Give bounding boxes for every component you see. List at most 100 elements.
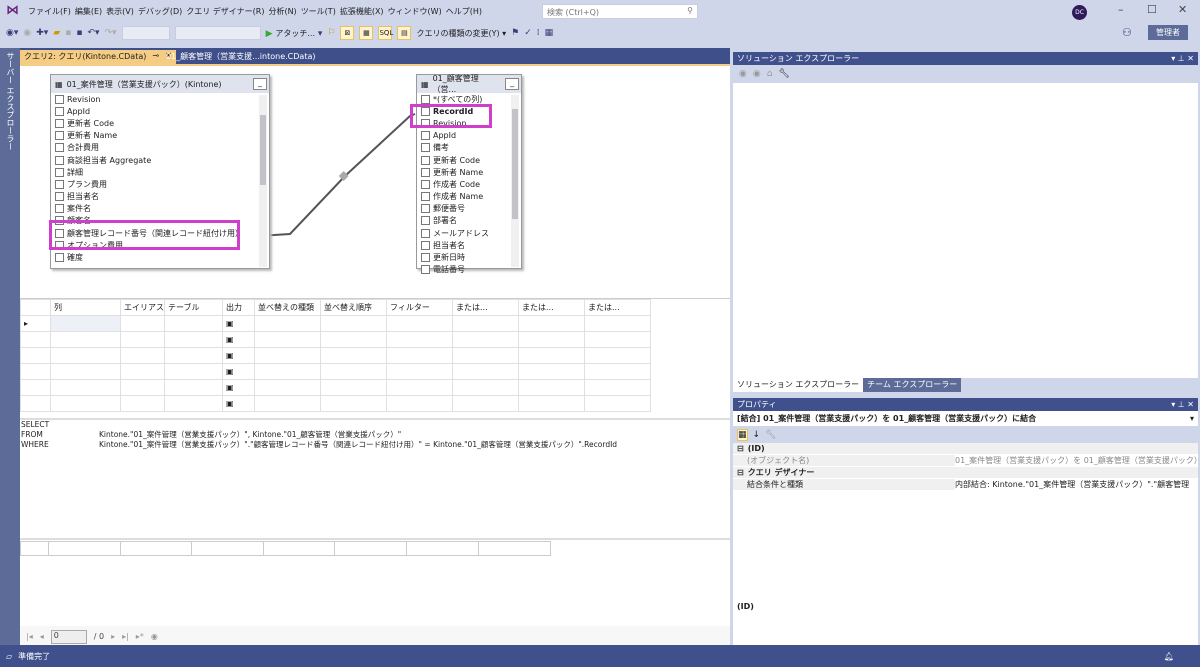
grid-cell[interactable] bbox=[320, 363, 387, 380]
grid-header[interactable]: エイリアス bbox=[120, 299, 165, 316]
minimize-button[interactable]: – bbox=[1118, 3, 1124, 16]
first-record-icon[interactable]: |◂ bbox=[26, 632, 33, 641]
grid-cell[interactable] bbox=[320, 395, 387, 412]
column-item[interactable]: AppId bbox=[417, 130, 521, 142]
column-item[interactable]: 更新日時 bbox=[417, 251, 521, 263]
column-item[interactable]: 案件名 bbox=[51, 203, 269, 215]
save-all-icon[interactable]: ▪ bbox=[76, 28, 82, 38]
grid-cell[interactable] bbox=[452, 379, 519, 396]
column-checkbox[interactable] bbox=[55, 204, 64, 214]
grid-cell[interactable] bbox=[518, 315, 585, 332]
grid-cell[interactable] bbox=[518, 363, 585, 380]
column-item[interactable]: 商談担当者 Aggregate bbox=[51, 154, 269, 166]
object-selector[interactable]: [結合] 01_案件管理（営業支援パック）を 01_顧客管理（営業支援パック）に… bbox=[733, 411, 1198, 426]
feedback-icon[interactable]: ⚇ bbox=[1122, 26, 1132, 39]
grid-header[interactable]: 並べ替えの種類 bbox=[254, 299, 321, 316]
grid-cell[interactable] bbox=[254, 395, 321, 412]
grid-cell[interactable] bbox=[254, 315, 321, 332]
grid-cell[interactable] bbox=[452, 347, 519, 364]
config-combo[interactable] bbox=[121, 26, 170, 40]
menu-edit[interactable]: 編集(E) bbox=[73, 6, 104, 17]
column-checkbox[interactable] bbox=[55, 143, 64, 153]
scrollbar[interactable] bbox=[259, 95, 267, 267]
grid-cell[interactable] bbox=[386, 363, 453, 380]
column-checkbox[interactable] bbox=[421, 155, 430, 165]
grid-cell[interactable] bbox=[518, 347, 585, 364]
tab-query2[interactable]: クエリ2: クエリ(Kintone.CData) ⊸ ✕ bbox=[20, 50, 176, 64]
grid-cell[interactable] bbox=[254, 363, 321, 380]
column-item[interactable]: 詳細 bbox=[51, 166, 269, 178]
column-item[interactable]: 備考 bbox=[417, 142, 521, 154]
grid-cell[interactable]: ▣ bbox=[222, 363, 255, 380]
pin-icon[interactable]: ⊥ bbox=[1178, 400, 1185, 409]
column-checkbox[interactable] bbox=[55, 94, 64, 104]
column-checkbox[interactable] bbox=[421, 216, 430, 226]
page-input[interactable]: 0 bbox=[50, 629, 87, 644]
grid-cell[interactable]: ▣ bbox=[222, 379, 255, 396]
grid-cell[interactable] bbox=[50, 379, 121, 396]
avatar[interactable]: DC bbox=[1072, 5, 1087, 20]
find-icon[interactable]: ⚐ bbox=[327, 28, 335, 38]
column-item[interactable]: 更新者 Code bbox=[51, 117, 269, 129]
column-checkbox[interactable] bbox=[421, 131, 430, 141]
forward-icon[interactable]: ◉ bbox=[753, 69, 761, 79]
column-checkbox[interactable] bbox=[55, 167, 64, 177]
menu-file[interactable]: ファイル(F) bbox=[26, 6, 73, 17]
grid-cell[interactable] bbox=[254, 347, 321, 364]
grid-row[interactable]: ▣ bbox=[20, 363, 651, 380]
home-icon[interactable]: ⌂ bbox=[767, 69, 773, 79]
column-item[interactable]: 作成者 Name bbox=[417, 191, 521, 203]
output-checkbox[interactable]: ▣ bbox=[226, 351, 234, 360]
grid-cell[interactable] bbox=[320, 347, 387, 364]
grid-row[interactable]: ▣ bbox=[20, 331, 651, 348]
column-checkbox[interactable] bbox=[421, 94, 430, 104]
grid-cell[interactable] bbox=[386, 347, 453, 364]
column-checkbox[interactable] bbox=[421, 228, 430, 238]
stop-icon[interactable]: ◉ bbox=[151, 632, 158, 641]
grid-header[interactable]: または... bbox=[452, 299, 519, 316]
alphabetical-icon[interactable]: ↓ bbox=[753, 430, 761, 440]
results-pane[interactable] bbox=[20, 538, 730, 626]
menu-query-designer[interactable]: クエリ デザイナー(R) bbox=[184, 6, 266, 17]
column-item[interactable]: 作成者 Code bbox=[417, 178, 521, 190]
menu-tools[interactable]: ツール(T) bbox=[299, 6, 338, 17]
grid-cell[interactable] bbox=[320, 379, 387, 396]
column-checkbox[interactable] bbox=[55, 179, 64, 189]
grid-cell[interactable] bbox=[50, 347, 121, 364]
category-query-designer[interactable]: ⊟ クエリ デザイナー bbox=[733, 467, 1198, 479]
grid-cell[interactable]: ▣ bbox=[222, 331, 255, 348]
grid-header[interactable]: または... bbox=[584, 299, 651, 316]
grid-cell[interactable] bbox=[452, 331, 519, 348]
column-item[interactable]: 部署名 bbox=[417, 215, 521, 227]
output-checkbox[interactable]: ▣ bbox=[226, 399, 234, 408]
new-record-icon[interactable]: ▸* bbox=[136, 632, 144, 641]
grid-cell[interactable] bbox=[50, 331, 121, 348]
column-checkbox[interactable] bbox=[55, 253, 64, 263]
grid-cell[interactable] bbox=[50, 395, 121, 412]
admin-badge[interactable]: 管理者 bbox=[1148, 25, 1188, 40]
column-item[interactable]: 担当者名 bbox=[417, 239, 521, 251]
column-item[interactable]: 確度 bbox=[51, 251, 269, 263]
grid-cell[interactable] bbox=[164, 395, 223, 412]
platform-combo[interactable] bbox=[174, 26, 261, 40]
grid-cell[interactable] bbox=[164, 331, 223, 348]
prev-record-icon[interactable]: ◂ bbox=[40, 632, 44, 641]
column-checkbox[interactable] bbox=[55, 106, 64, 116]
column-item[interactable]: 更新者 Name bbox=[417, 166, 521, 178]
search-input[interactable]: 検索 (Ctrl+Q) ⚲ bbox=[542, 4, 698, 19]
grid-cell[interactable] bbox=[20, 347, 51, 364]
categorized-icon[interactable]: ▦ bbox=[737, 428, 748, 441]
grid-header[interactable]: テーブル bbox=[164, 299, 223, 316]
sql-pane[interactable]: SELECT FROM Kintone."01_案件管理（営業支援パック）", Ki… bbox=[20, 418, 730, 536]
redo-icon[interactable]: ↷▾ bbox=[105, 28, 117, 38]
diagram-pane-toggle[interactable]: ⊠ bbox=[340, 26, 355, 40]
grid-cell[interactable] bbox=[164, 363, 223, 380]
forward-icon[interactable]: ◉ bbox=[23, 28, 31, 38]
property-row[interactable]: 結合条件と種類 内部結合: Kintone."01_案件管理（営業支援パック）".… bbox=[733, 479, 1198, 491]
notification-icon[interactable]: 🔔︎ bbox=[1164, 652, 1174, 661]
grid-cell[interactable] bbox=[20, 379, 51, 396]
grid-cell[interactable] bbox=[120, 331, 165, 348]
grid-cell[interactable] bbox=[386, 379, 453, 396]
grid-cell[interactable] bbox=[386, 395, 453, 412]
menu-debug[interactable]: デバッグ(D) bbox=[136, 6, 184, 17]
